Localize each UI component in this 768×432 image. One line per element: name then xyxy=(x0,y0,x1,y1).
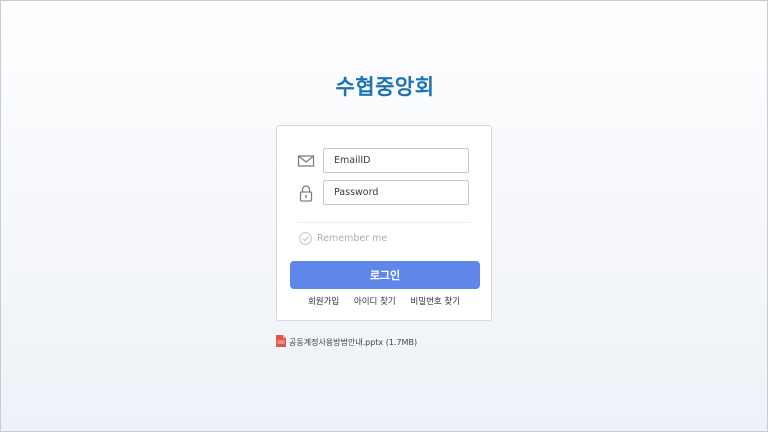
remember-label: Remember me xyxy=(317,233,388,244)
brand-logo: 수협중앙회 xyxy=(335,75,435,99)
login-card: Remember me 로그인 회원가입 아이디 찾기 비밀번호 찾기 xyxy=(276,125,492,321)
email-input[interactable] xyxy=(323,148,469,173)
lock-icon xyxy=(299,185,313,202)
envelope-icon xyxy=(297,155,315,167)
password-input[interactable] xyxy=(323,180,469,205)
find-password-link[interactable]: 비밀번호 찾기 xyxy=(410,295,460,307)
email-row xyxy=(297,148,473,174)
attachment-name[interactable]: 공동계정사용방법안내.pptx (1.7MB) xyxy=(289,337,417,348)
signup-link[interactable]: 회원가입 xyxy=(308,295,339,307)
account-links: 회원가입 아이디 찾기 비밀번호 찾기 xyxy=(277,295,491,307)
check-circle-icon[interactable] xyxy=(299,232,312,245)
password-row xyxy=(297,180,473,206)
pptx-file-icon xyxy=(276,335,286,347)
login-button[interactable]: 로그인 xyxy=(290,261,480,289)
find-id-link[interactable]: 아이디 찾기 xyxy=(354,295,396,307)
divider xyxy=(297,222,471,223)
